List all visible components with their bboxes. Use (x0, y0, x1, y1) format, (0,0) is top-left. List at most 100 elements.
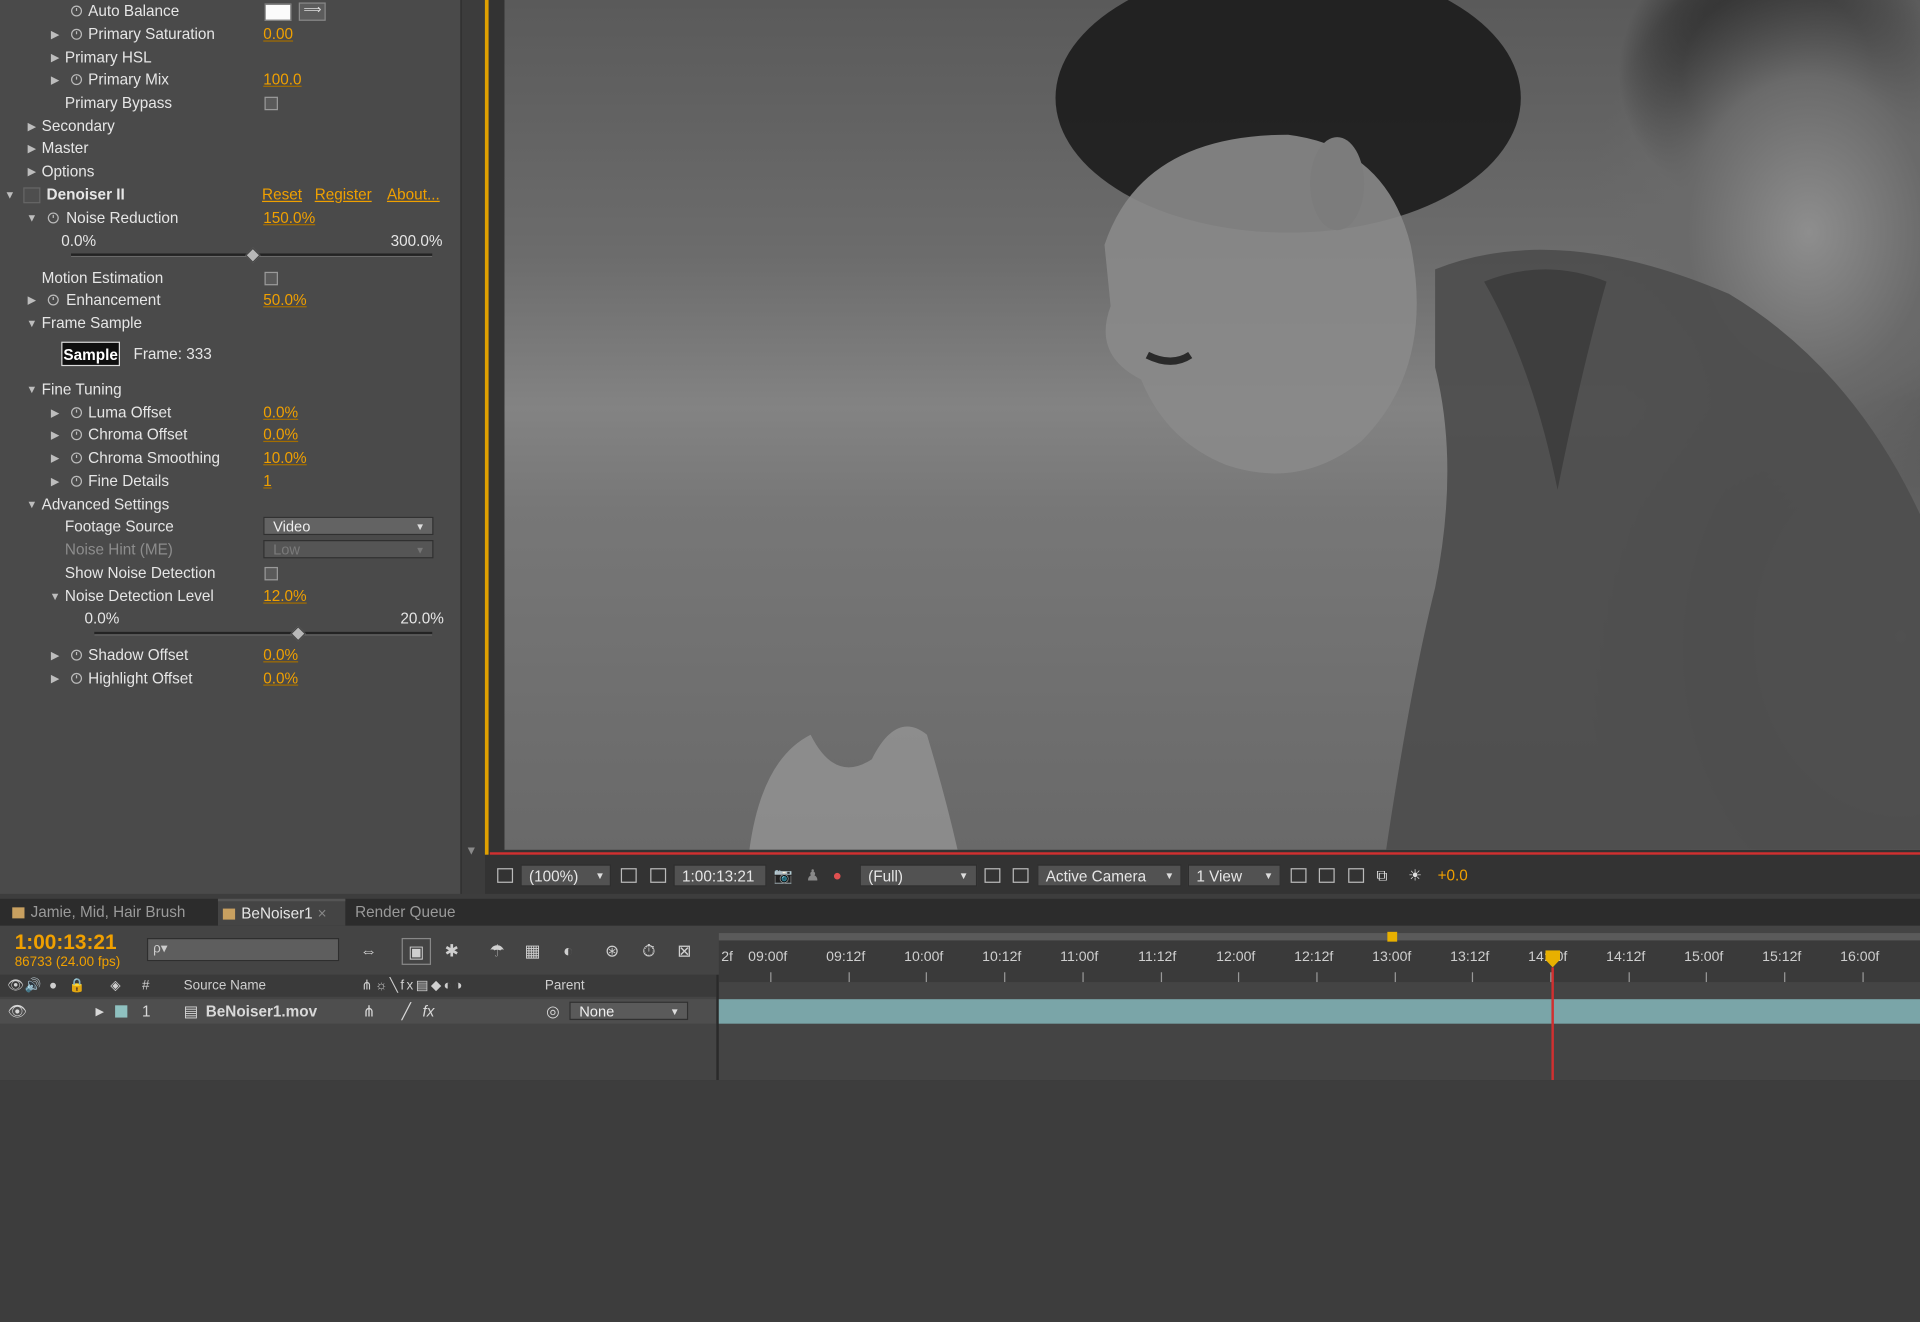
region-icon[interactable] (497, 868, 514, 883)
param-value[interactable]: 0.0% (263, 424, 298, 446)
work-area-end-marker[interactable] (1387, 931, 1398, 942)
graph-editor-icon[interactable]: ⊛ (599, 938, 626, 962)
pixel-aspect-icon[interactable] (1290, 868, 1307, 883)
group-master[interactable]: ▶ Master (0, 137, 460, 159)
effect-header-denoiser[interactable]: ▼ Denoiser II Reset Register About... (0, 184, 460, 206)
checkbox[interactable] (264, 96, 278, 111)
color-channels-icon[interactable]: ● (833, 864, 842, 886)
mask-icon[interactable] (650, 868, 667, 883)
twirl-closed-icon[interactable]: ▶ (49, 402, 61, 424)
effects-scrollbar[interactable]: ▼ (460, 0, 484, 894)
param-highlight-offset[interactable]: ▶ Highlight Offset 0.0% (0, 667, 460, 689)
param-auto-balance[interactable]: Auto Balance ⟹ (0, 0, 460, 22)
group-advanced-settings[interactable]: ▼ Advanced Settings (0, 493, 460, 515)
param-chroma-offset[interactable]: ▶ Chroma Offset 0.0% (0, 424, 460, 446)
twirl-closed-icon[interactable]: ▶ (49, 424, 61, 446)
param-motion-estimation[interactable]: Motion Estimation (0, 267, 460, 289)
twirl-closed-icon[interactable]: ▶ (26, 137, 38, 159)
about-link[interactable]: About... (387, 184, 440, 206)
twirl-open-icon[interactable]: ▼ (49, 585, 61, 607)
layer-duration-bar[interactable] (718, 999, 1920, 1024)
label-color-icon[interactable] (115, 1005, 128, 1018)
twirl-closed-icon[interactable]: ▶ (49, 644, 61, 666)
stopwatch-icon[interactable] (70, 474, 83, 487)
timeline-current-time[interactable]: 1:00:13:21 (15, 931, 117, 955)
checkbox[interactable] (264, 271, 278, 286)
shy-icon[interactable]: ⋔ (362, 999, 375, 1023)
reset-link[interactable]: Reset (262, 184, 302, 206)
stopwatch-icon[interactable] (70, 648, 83, 661)
timeline-icon[interactable] (1348, 868, 1365, 883)
camera-snapshot-icon[interactable]: 📷 (774, 864, 793, 886)
param-luma-offset[interactable]: ▶ Luma Offset 0.0% (0, 402, 460, 424)
pickwhip-icon[interactable]: ◎ (546, 999, 559, 1023)
group-options[interactable]: ▶ Options (0, 160, 460, 182)
register-link[interactable]: Register (315, 184, 372, 206)
param-primary-mix[interactable]: ▶ Primary Mix 100.0 (0, 69, 460, 91)
param-enhancement[interactable]: ▶ Enhancement 50.0% (0, 289, 460, 311)
twirl-closed-icon[interactable]: ▶ (49, 69, 61, 91)
param-value[interactable]: 50.0% (263, 289, 306, 311)
zoom-dropdown[interactable]: (100%) ▼ (520, 864, 612, 887)
flowchart-icon[interactable]: ⧉ (1376, 864, 1387, 886)
transparency-grid-icon[interactable] (1012, 868, 1029, 883)
param-value[interactable]: 12.0% (263, 585, 306, 607)
param-noise-reduction[interactable]: ▼ Noise Reduction 150.0% (0, 207, 460, 229)
stopwatch-icon[interactable] (47, 293, 60, 306)
live-update-icon[interactable]: ▣ (401, 937, 432, 965)
eyedropper-icon[interactable]: ⟹ (298, 2, 326, 21)
group-frame-sample[interactable]: ▼ Frame Sample (0, 312, 460, 334)
stopwatch-icon[interactable] (70, 427, 83, 441)
stopwatch-icon[interactable] (47, 211, 60, 224)
label-icon[interactable]: ◈ (110, 975, 120, 997)
tab-benoiser1[interactable]: BeNoiser1 × (217, 898, 346, 926)
draft-3d-icon[interactable]: ✱ (438, 938, 465, 962)
view-layout-dropdown[interactable]: 1 View ▼ (1187, 864, 1281, 887)
noise-detection-slider[interactable] (94, 631, 433, 636)
exposure-value[interactable]: +0.0 (1438, 864, 1468, 886)
twirl-closed-icon[interactable]: ▶ (49, 23, 61, 45)
param-chroma-smoothing[interactable]: ▶ Chroma Smoothing 10.0% (0, 447, 460, 469)
exposure-icon[interactable]: ☀ (1408, 864, 1422, 886)
stopwatch-icon[interactable] (70, 405, 83, 419)
motion-blur-icon[interactable]: ◐ (555, 938, 582, 962)
close-icon[interactable]: × (318, 905, 327, 922)
twirl-closed-icon[interactable]: ▶ (49, 447, 61, 469)
param-show-noise-detection[interactable]: Show Noise Detection (0, 562, 460, 584)
twirl-closed-icon[interactable]: ▶ (26, 160, 38, 182)
param-primary-hsl[interactable]: ▶ Primary HSL (0, 47, 460, 69)
twirl-closed-icon[interactable]: ▶ (96, 999, 104, 1023)
twirl-open-icon[interactable]: ▼ (26, 378, 38, 400)
parent-dropdown[interactable]: None ▼ (569, 1001, 689, 1021)
panel-divider[interactable] (716, 974, 719, 1081)
work-area-bar[interactable] (718, 933, 1920, 941)
sample-button[interactable]: Sample (61, 341, 121, 367)
param-footage-source[interactable]: Footage Source Video ▼ (0, 516, 460, 538)
grid-icon[interactable] (620, 868, 637, 883)
layer-name[interactable]: BeNoiser1.mov (206, 999, 317, 1023)
checkbox[interactable] (264, 566, 278, 581)
twirl-closed-icon[interactable]: ▶ (49, 470, 61, 492)
fx-icon[interactable]: fx (422, 999, 434, 1023)
group-fine-tuning[interactable]: ▼ Fine Tuning (0, 378, 460, 400)
twirl-open-icon[interactable]: ▼ (4, 184, 16, 206)
stopwatch-icon[interactable] (70, 4, 83, 17)
visibility-icon[interactable]: 👁 (7, 975, 24, 997)
param-noise-detection-level[interactable]: ▼ Noise Detection Level 12.0% (0, 585, 460, 607)
twirl-open-icon[interactable]: ▼ (26, 493, 38, 515)
group-secondary[interactable]: ▶ Secondary (0, 115, 460, 137)
color-swatch[interactable] (264, 3, 292, 21)
comp-mini-flowchart-icon[interactable]: ⇔ (355, 938, 382, 962)
param-value[interactable]: 10.0% (263, 447, 306, 469)
camera-dropdown[interactable]: Active Camera ▼ (1037, 864, 1182, 887)
render-icon[interactable] (1318, 868, 1335, 883)
layer-row[interactable]: 👁 ▶ 1 ▤ BeNoiser1.mov ⋔ ╱ fx ◎ None ▼ (0, 999, 717, 1024)
param-fine-details[interactable]: ▶ Fine Details 1 (0, 470, 460, 492)
brainstorm-icon[interactable]: ⊠ (671, 938, 698, 962)
current-time-display[interactable]: 1:00:13:21 (673, 864, 767, 887)
twirl-open-icon[interactable]: ▼ (26, 207, 38, 229)
tab-jamie-mid-hair-brush[interactable]: Jamie, Mid, Hair Brush (7, 899, 218, 926)
stopwatch-icon[interactable] (70, 671, 83, 684)
stopwatch-icon[interactable] (70, 27, 83, 40)
twirl-open-icon[interactable]: ▼ (26, 312, 38, 334)
